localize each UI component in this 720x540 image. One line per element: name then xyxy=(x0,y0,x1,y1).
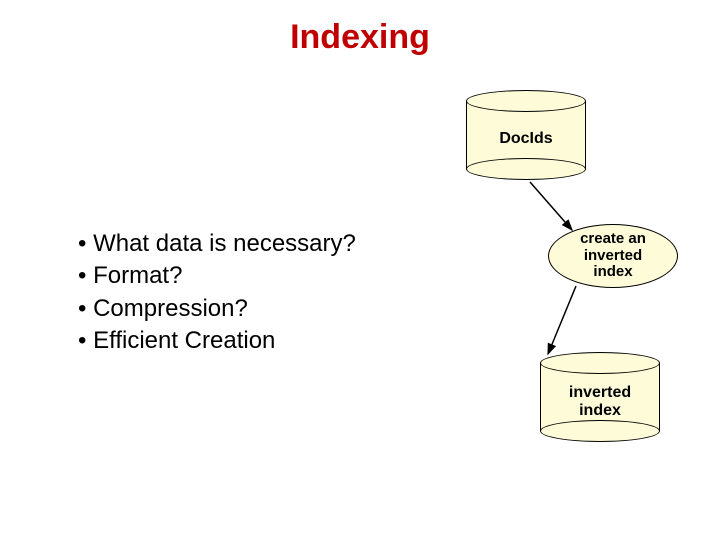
docids-datastore: DocIds xyxy=(466,90,586,180)
docids-label: DocIds xyxy=(466,130,586,148)
bullet-item: What data is necessary? xyxy=(78,228,356,260)
arrow-docids-to-process xyxy=(530,182,572,230)
create-index-process: create an inverted index xyxy=(548,224,678,288)
bullet-item: Format? xyxy=(78,260,356,292)
inverted-index-datastore: inverted index xyxy=(540,352,660,442)
bullet-item: Compression? xyxy=(78,293,356,325)
bullet-list: What data is necessary? Format? Compress… xyxy=(78,228,356,358)
bullet-item: Efficient Creation xyxy=(78,325,356,357)
inverted-index-label: inverted index xyxy=(540,384,660,419)
process-line: create an xyxy=(580,230,646,247)
arrow-process-to-index xyxy=(548,286,576,354)
process-line: index xyxy=(593,263,632,280)
slide-title: Indexing xyxy=(0,18,720,57)
process-line: inverted xyxy=(584,247,642,264)
